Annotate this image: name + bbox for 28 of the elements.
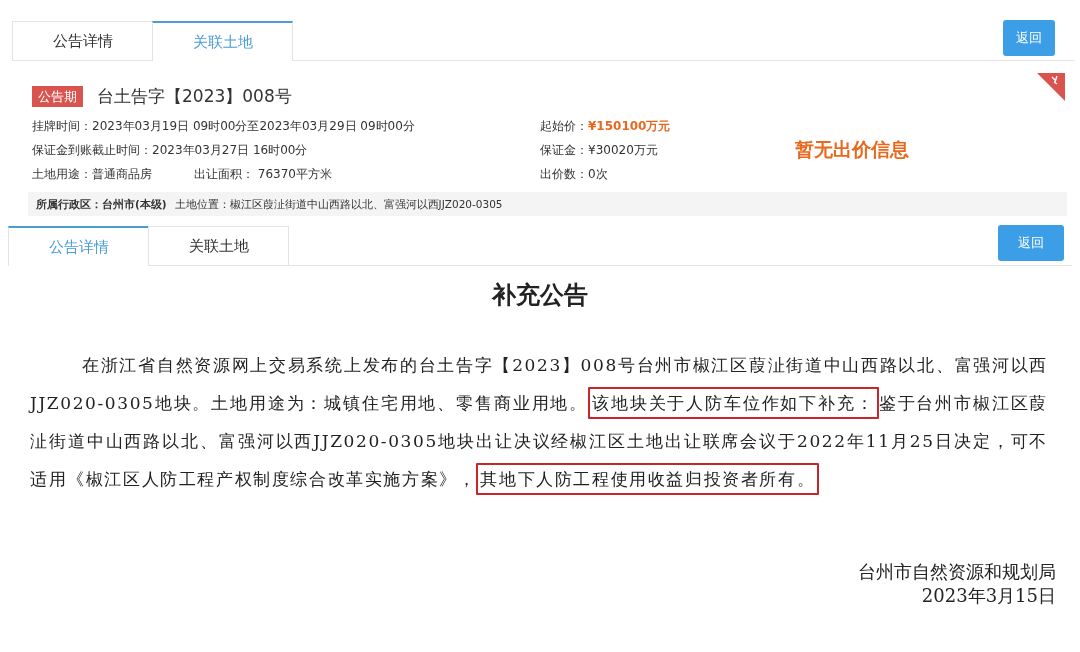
tab[interactable]: 关联土地 bbox=[148, 226, 289, 265]
info-text: 挂牌时间：2023年03月19日 09时00分至2023年03月29日 09时00分 bbox=[32, 118, 416, 134]
tab[interactable]: 公告详情 bbox=[8, 226, 149, 266]
date-text: 2023年3月15日 bbox=[921, 584, 1056, 608]
corner-ribbon-icon bbox=[1037, 73, 1065, 101]
status-badge: 公告期 bbox=[32, 86, 83, 107]
bid-notice: 暂无出价信息 bbox=[795, 137, 910, 161]
notice-paragraph: 在浙江省自然资源网上交易系统上发布的台土告字【2023】008号台州市椒江区葭沚街道中山西路以北、富强河以西JJZ020-0305地块。土地用途为：城镇住宅用地、零售商业用地。 该地块关于人防车位作如下补充： 鉴于台州市椒江区葭沚街道中山西路以北、富强河以西JJZ020-0305地块出让决议经椒江区土地出让联席会议于2022年11月25日决定，可不适用《椒江区人防工程产权制度综合改革实施方案》， 其地下人防工程使用收益归投资者所有。 bbox=[30, 346, 1048, 498]
info-text: 保证金到账截止时间：2023年03月27日 16时00分 bbox=[32, 142, 309, 158]
tab[interactable]: 公告详情 bbox=[12, 21, 153, 60]
location-text: 土地位置：椒江区葭沚街道中山西路以北、富强河以西JJZ020-0305 bbox=[174, 197, 503, 211]
field-label: 起始价： bbox=[540, 118, 588, 133]
listing-title: 台土告字【2023】008号 bbox=[97, 86, 292, 107]
district-text: 所属行政区：台州市(本级) bbox=[36, 197, 167, 211]
info-text: 土地用途：普通商品房 bbox=[32, 166, 152, 182]
back-button[interactable]: 返回 bbox=[998, 225, 1064, 261]
field-label: 保证金： bbox=[540, 142, 588, 157]
notice-title: 补充公告 bbox=[490, 280, 589, 310]
field-value: ¥30020万元 bbox=[588, 142, 658, 157]
tab[interactable]: 关联土地 bbox=[152, 21, 293, 61]
field-value: ¥150100万元 bbox=[588, 118, 671, 133]
issuer-text: 台州市自然资源和规划局 bbox=[858, 560, 1056, 584]
back-button[interactable]: 返回 bbox=[1003, 20, 1055, 56]
field-value: 0次 bbox=[588, 166, 608, 181]
highlight-frame: 其地下人防工程使用收益归投资者所有。 bbox=[476, 463, 820, 495]
highlight-frame: 该地块关于人防车位作如下补充： bbox=[588, 387, 879, 419]
field-label: 出价数： bbox=[540, 166, 588, 181]
info-text: 出让面积： 76370平方米 bbox=[194, 166, 332, 182]
